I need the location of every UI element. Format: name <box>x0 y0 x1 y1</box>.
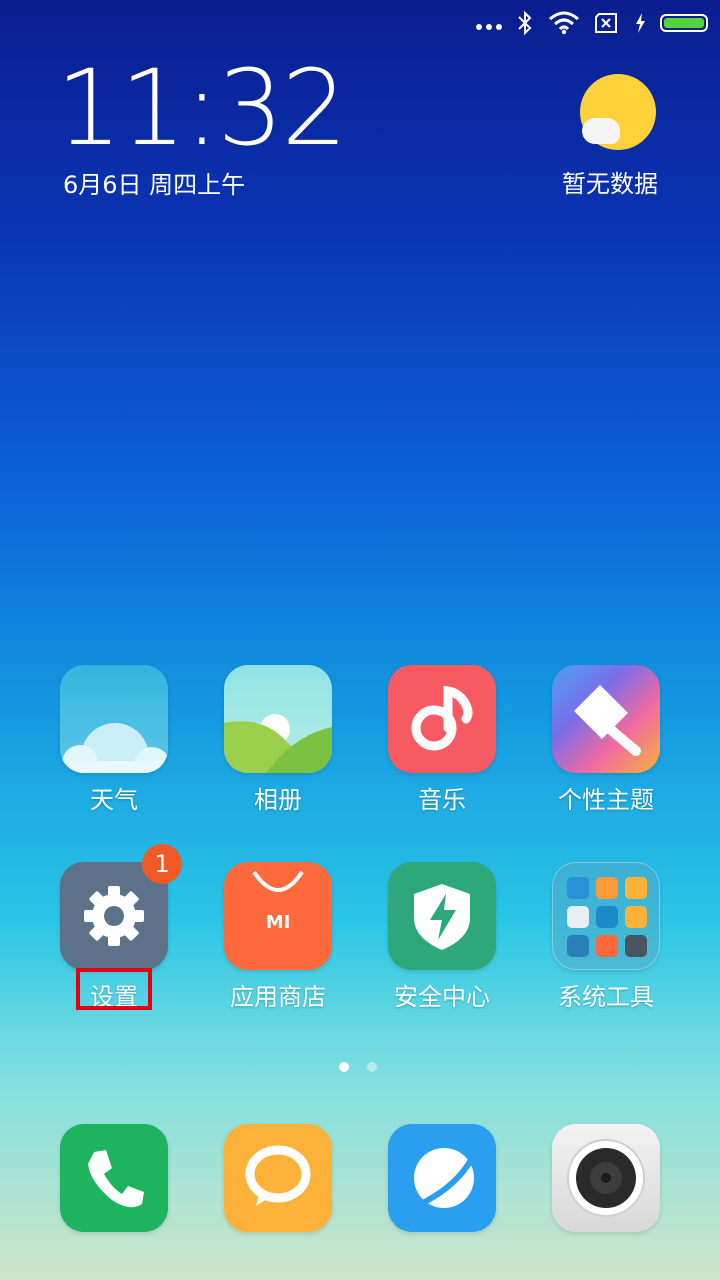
mi-logo: MI <box>265 912 291 933</box>
camera-icon <box>552 1124 660 1232</box>
charging-icon <box>636 13 645 33</box>
browser-icon <box>388 1124 496 1232</box>
notification-badge: 1 <box>142 844 182 884</box>
status-bar <box>0 0 720 48</box>
battery-icon <box>660 14 708 32</box>
app-label: 安全中心 <box>394 983 490 1011</box>
dock-camera[interactable] <box>536 1124 676 1232</box>
messages-icon <box>224 1124 332 1232</box>
themes-icon <box>552 665 660 773</box>
page-dot[interactable] <box>339 1062 349 1072</box>
app-gallery[interactable]: 相册 <box>208 665 348 815</box>
app-label: 相册 <box>254 786 302 814</box>
gallery-icon <box>224 665 332 773</box>
dock-phone[interactable] <box>44 1124 184 1232</box>
phone-icon <box>60 1124 168 1232</box>
more-notifications-icon <box>476 24 502 30</box>
app-label: 系统工具 <box>558 983 654 1011</box>
folder-system-tools[interactable]: 系统工具 <box>536 862 676 1012</box>
app-label: 天气 <box>90 786 138 814</box>
app-music[interactable]: 音乐 <box>372 665 512 815</box>
weather-icon <box>60 665 168 773</box>
dock-messages[interactable] <box>208 1124 348 1232</box>
highlight-box <box>76 968 152 1010</box>
app-label: 个性主题 <box>558 786 654 814</box>
app-store-icon: MI <box>224 862 332 970</box>
page-indicator <box>339 1062 377 1072</box>
weather-widget[interactable]: 暂无数据 <box>548 70 668 200</box>
clock-time[interactable]: 11:32 <box>56 56 348 160</box>
app-themes[interactable]: 个性主题 <box>536 665 676 815</box>
security-icon <box>388 862 496 970</box>
music-icon <box>388 665 496 773</box>
dock-browser[interactable] <box>372 1124 512 1232</box>
app-weather[interactable]: 天气 <box>44 665 184 815</box>
page-dot[interactable] <box>367 1062 377 1072</box>
clock-date[interactable]: 6月6日 周四上午 <box>63 165 245 200</box>
wifi-icon <box>549 11 579 35</box>
app-store[interactable]: MI 应用商店 <box>208 862 348 1012</box>
no-sim-icon <box>595 13 617 33</box>
folder-icon <box>552 862 660 970</box>
app-label: 音乐 <box>418 786 466 814</box>
weather-status: 暂无数据 <box>562 170 658 198</box>
app-security[interactable]: 安全中心 <box>372 862 512 1012</box>
app-label: 应用商店 <box>230 983 326 1011</box>
bluetooth-icon <box>518 10 532 36</box>
